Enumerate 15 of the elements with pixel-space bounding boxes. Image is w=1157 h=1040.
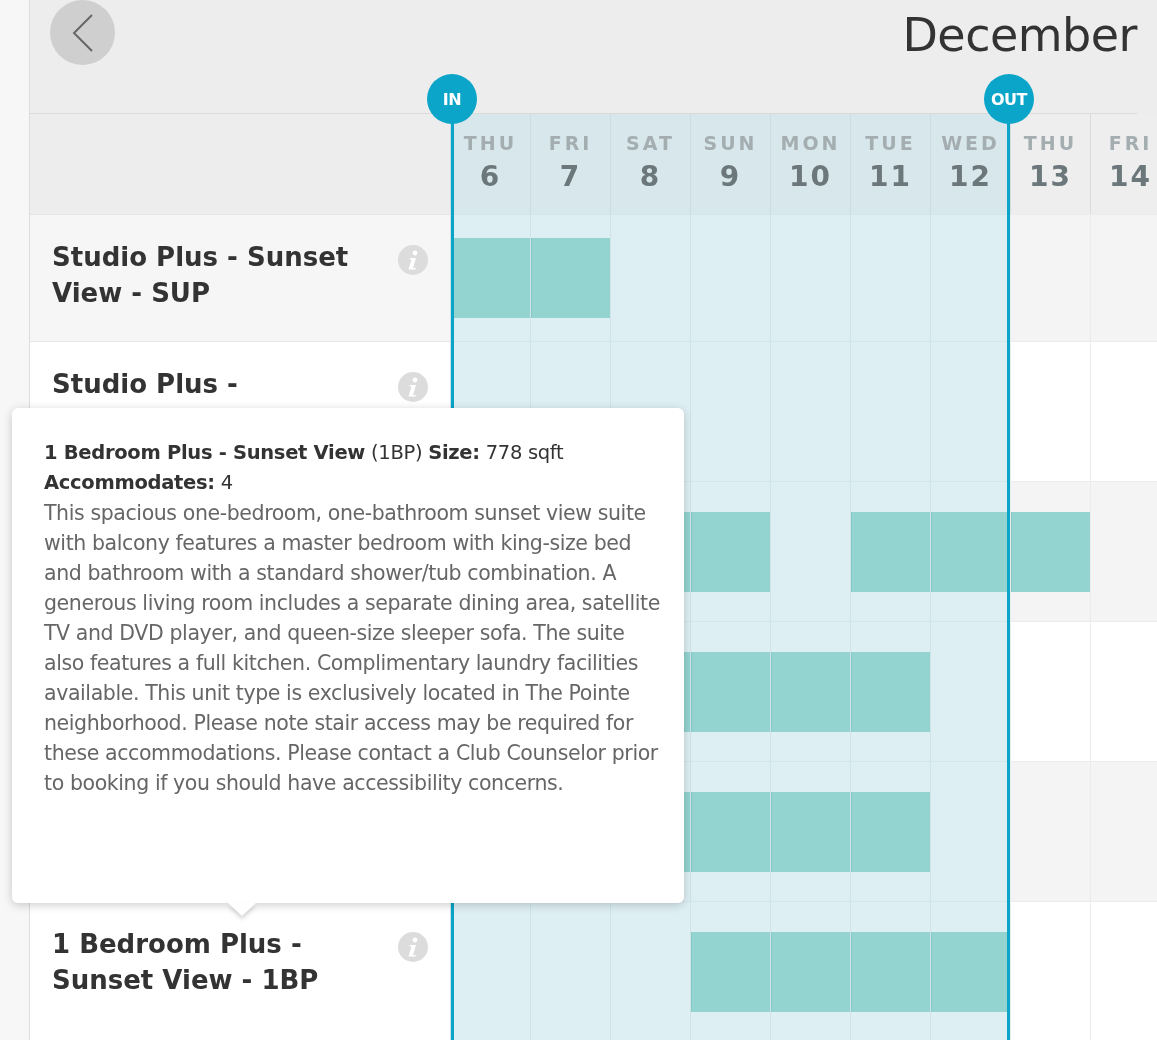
room-title: Studio Plus -	[52, 368, 239, 401]
day-header: SUN 9	[690, 114, 770, 214]
check-in-marker[interactable]: IN	[427, 74, 477, 124]
day-header: WED 12	[930, 114, 1010, 214]
room-title: Studio Plus - Sunset View - SUP	[52, 241, 350, 310]
day-header: THU 6	[450, 114, 530, 214]
tooltip-heading: 1 Bedroom Plus - Sunset View (1BP) Size: 778 sqft Accommodates: 4	[44, 440, 565, 496]
day-header: MON 10	[770, 114, 850, 214]
room-title: 1 Bedroom Plus - Sunset View - 1BP	[52, 928, 320, 997]
day-header: TUE 11	[850, 114, 930, 214]
day-header: FRI 7	[530, 114, 610, 214]
tooltip-description: This spacious one-bedroom, one-bathroom sunset view suite with balcony features a master bedroom with king-size bed and bathroom with a standard shower/tub combination. A generous living room includes a separate dining area, satellite TV and DVD player, and queen-size sleeper sofa. The suite also features a full kitchen. Complimentary laundry facilities available. This unit type is exclusively located in The Pointe neighborhood. Please note stair access may be required for these accommodations. Please contact a Club Counselor prior to booking if you should have accessibility concerns.	[44, 500, 660, 797]
month-title: December	[902, 8, 1137, 62]
check-out-marker[interactable]: OUT	[984, 74, 1034, 124]
day-header: SAT 8	[610, 114, 690, 214]
